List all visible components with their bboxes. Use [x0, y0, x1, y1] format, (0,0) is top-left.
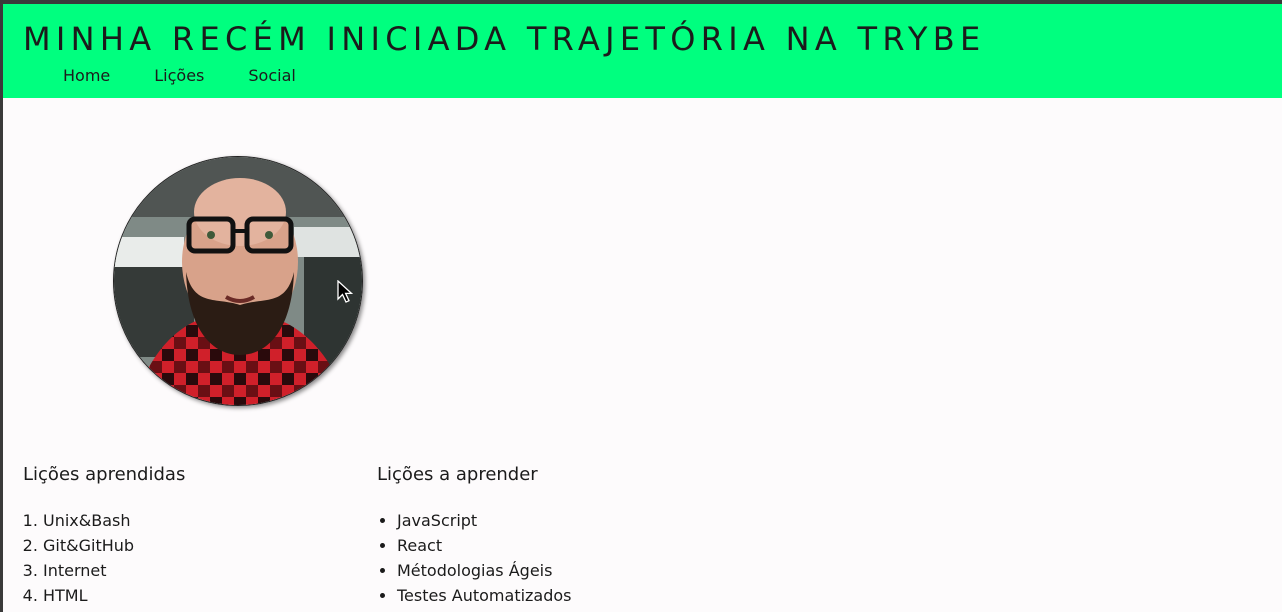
learned-item: Git&GitHub	[43, 533, 134, 558]
learned-item: Internet	[43, 558, 134, 583]
to-learn-item: React	[397, 533, 572, 558]
site-header: MINHA RECÉM INICIADA TRAJETÓRIA NA TRYBE…	[3, 4, 1282, 98]
main-nav: Home Lições Social	[63, 66, 340, 85]
learned-list: Unix&Bash Git&GitHub Internet HTML	[23, 508, 134, 608]
nav-licoes-link[interactable]: Lições	[154, 66, 204, 85]
profile-photo	[113, 156, 363, 406]
to-learn-item: Métodologias Ágeis	[397, 558, 572, 583]
learned-heading: Lições aprendidas	[23, 464, 186, 485]
to-learn-item: Testes Automatizados	[397, 583, 572, 608]
mouse-cursor-icon	[337, 280, 353, 303]
to-learn-list: JavaScript React Métodologias Ágeis Test…	[377, 508, 572, 608]
to-learn-item: JavaScript	[397, 508, 572, 533]
learned-item: HTML	[43, 583, 134, 608]
nav-social-link[interactable]: Social	[248, 66, 295, 85]
site-title: MINHA RECÉM INICIADA TRAJETÓRIA NA TRYBE	[23, 20, 986, 58]
nav-home-link[interactable]: Home	[63, 66, 110, 85]
to-learn-heading: Lições a aprender	[377, 464, 538, 485]
page: MINHA RECÉM INICIADA TRAJETÓRIA NA TRYBE…	[3, 4, 1282, 612]
profile-photo-illustration	[114, 157, 362, 405]
learned-item: Unix&Bash	[43, 508, 134, 533]
